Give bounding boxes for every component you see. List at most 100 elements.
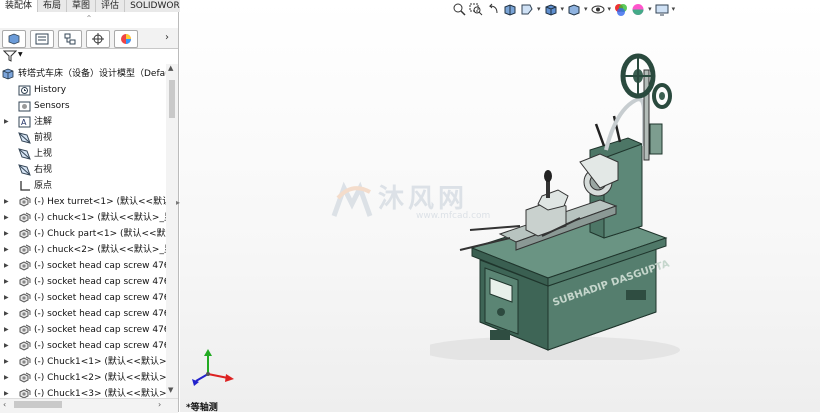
chevron-right-icon[interactable]: › (165, 32, 169, 43)
tree-item-label: (-) chuck<2> (默认<<默认>_显示 (34, 245, 166, 255)
part-icon (18, 276, 31, 288)
plane-icon (18, 132, 31, 144)
tree-item-label: (-) socket head cap screw 4762 (34, 309, 166, 319)
expand-arrow-icon[interactable]: ▶ (4, 354, 9, 370)
panel-collapse-handle[interactable]: ⌃ (0, 12, 178, 29)
dimxpert-manager-tab[interactable] (86, 30, 110, 48)
apply-scene-icon[interactable] (631, 3, 645, 16)
command-tab[interactable]: 评估 (96, 0, 126, 12)
tree-item-label: (-) Chuck1<1> (默认<<默认>_显 (34, 357, 166, 367)
hide-show-items-icon[interactable] (591, 3, 605, 16)
command-tab[interactable]: 草图 (67, 0, 97, 12)
turret-lathe-model[interactable]: SUBHADIP DASGUPTA (430, 50, 710, 360)
tree-item[interactable]: ▶ A 注解 (0, 114, 166, 130)
chevron-down-icon[interactable]: ▾ (561, 5, 565, 13)
tree-item[interactable]: 右视 (0, 162, 166, 178)
tree-item[interactable]: ▶ (-) socket head cap screw 4762 (0, 258, 166, 274)
command-tab[interactable]: 布局 (38, 0, 68, 12)
tree-item[interactable]: ▶ (-) socket head cap screw 4762 (0, 290, 166, 306)
tree-item[interactable]: ▶ (-) Chuck part<1> (默认<<默认> (0, 226, 166, 242)
tree-item[interactable]: ▶ (-) Hex turret<1> (默认<<默认> (0, 194, 166, 210)
chevron-down-icon[interactable]: ▾ (648, 5, 652, 13)
property-manager-tab[interactable] (30, 30, 54, 48)
tree-item-label: 原点 (34, 181, 53, 191)
scroll-down-arrow[interactable]: ▼ (168, 386, 173, 394)
history-folder-icon (18, 84, 31, 96)
current-view-name: *等轴测 (186, 403, 218, 413)
scroll-right-arrow[interactable]: › (158, 400, 161, 409)
expand-arrow-icon[interactable]: ▶ (4, 370, 9, 386)
expand-arrow-icon[interactable]: ▶ (4, 258, 9, 274)
display-style-icon[interactable] (567, 3, 581, 16)
expand-arrow-icon[interactable]: ▶ (4, 114, 9, 130)
command-tab[interactable]: 装配体 (0, 0, 39, 12)
expand-arrow-icon[interactable]: ▶ (4, 274, 9, 290)
expand-arrow-icon[interactable]: ▶ (4, 290, 9, 306)
display-manager-tab[interactable] (114, 30, 138, 48)
expand-arrow-icon[interactable]: ▶ (4, 322, 9, 338)
panel-splitter-arrow[interactable]: ▸ (176, 198, 184, 214)
expand-arrow-icon[interactable]: ▶ (4, 210, 9, 226)
expand-arrow-icon[interactable]: ▶ (4, 226, 9, 242)
configuration-manager-tab[interactable] (58, 30, 82, 48)
assembly-icon (2, 68, 15, 80)
tree-item[interactable]: ▶ (-) Chuck1<1> (默认<<默认>_显 (0, 354, 166, 370)
tree-item[interactable]: History (0, 82, 166, 98)
tree-item-label: (-) socket head cap screw 4762 (34, 293, 166, 303)
view-orientation-icon[interactable] (544, 3, 558, 16)
tree-item[interactable]: ▶ (-) socket head cap screw 4762 (0, 306, 166, 322)
view-settings-icon[interactable] (655, 3, 669, 16)
tree-item[interactable]: ▶ (-) socket head cap screw 4762 (0, 338, 166, 354)
tree-item[interactable]: ▶ (-) socket head cap screw 4762 (0, 322, 166, 338)
chevron-down-icon[interactable]: ▾ (608, 5, 612, 13)
part-icon (18, 356, 31, 368)
part-icon (18, 308, 31, 320)
tree-item-label: (-) socket head cap screw 4762 (34, 325, 166, 335)
tree-item-label: 前视 (34, 133, 53, 143)
feature-manager-tab[interactable] (2, 30, 26, 48)
part-icon (18, 228, 31, 240)
chevron-down-icon[interactable]: ▾ (537, 5, 541, 13)
horizontal-scroll-thumb[interactable] (14, 401, 62, 408)
part-icon (18, 212, 31, 224)
annotations-icon: A (18, 116, 31, 128)
scroll-left-arrow[interactable]: ‹ (3, 400, 6, 409)
part-icon (18, 196, 31, 208)
tree-item-label: History (34, 85, 67, 95)
filter-icon[interactable] (3, 50, 17, 62)
tree-item[interactable]: 上视 (0, 146, 166, 162)
expand-arrow-icon[interactable]: ▶ (4, 338, 9, 354)
tree-item[interactable]: ▶ (-) chuck<2> (默认<<默认>_显示 (0, 242, 166, 258)
expand-arrow-icon[interactable]: ▶ (4, 306, 9, 322)
scroll-up-arrow[interactable]: ▲ (168, 64, 173, 72)
tree-item[interactable]: 原点 (0, 178, 166, 194)
previous-view-icon[interactable] (486, 3, 500, 16)
tree-root-assembly[interactable]: 转塔式车床（设备）设计模型（Defaul (0, 66, 166, 82)
expand-arrow-icon[interactable]: ▶ (4, 194, 9, 210)
tree-item[interactable]: ▶ (-) socket head cap screw 4762 (0, 274, 166, 290)
tree-item[interactable]: Sensors (0, 98, 166, 114)
tree-item-label: (-) socket head cap screw 4762 (34, 261, 166, 271)
edit-appearance-icon[interactable] (614, 3, 628, 16)
zoom-to-area-icon[interactable] (469, 3, 483, 16)
tree-item[interactable]: 前视 (0, 130, 166, 146)
svg-text:A: A (21, 118, 27, 127)
plane-icon (18, 148, 31, 160)
tree-item-label: 上视 (34, 149, 53, 159)
tree-item[interactable]: ▶ (-) Chuck1<2> (默认<<默认>_显 (0, 370, 166, 386)
section-view-icon[interactable] (503, 3, 517, 16)
dynamic-annotation-icon[interactable] (520, 3, 534, 16)
heads-up-view-toolbar: ▾ ▾ ▾ ▾ ▾ ▾ (452, 2, 675, 16)
tree-item-label: (-) Hex turret<1> (默认<<默认> (34, 197, 166, 207)
sensors-icon (18, 100, 31, 112)
tree-item-label: (-) socket head cap screw 4762 (34, 277, 166, 287)
tree-item[interactable]: ▶ (-) chuck<1> (默认<<默认>_显示 (0, 210, 166, 226)
chevron-down-icon[interactable]: ▾ (672, 5, 676, 13)
expand-arrow-icon[interactable]: ▶ (4, 242, 9, 258)
chevron-down-icon[interactable]: ▾ (584, 5, 588, 13)
chevron-down-icon[interactable]: ▼ (18, 51, 23, 58)
vertical-scroll-thumb[interactable] (169, 80, 175, 118)
part-icon (18, 260, 31, 272)
plane-icon (18, 164, 31, 176)
zoom-to-fit-icon[interactable] (452, 3, 466, 16)
